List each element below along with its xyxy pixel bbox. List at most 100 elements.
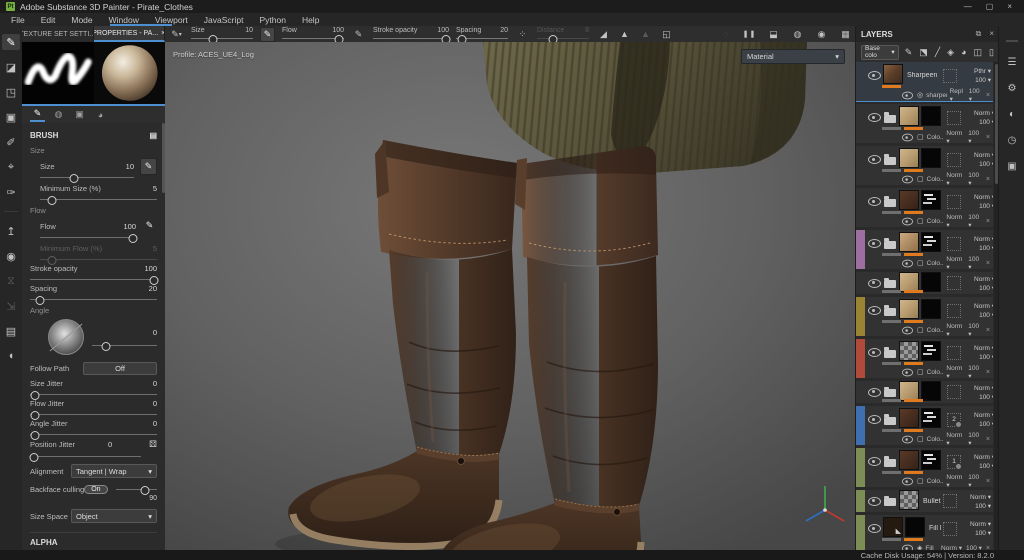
- mask-icon[interactable]: ◖: [2, 348, 20, 364]
- close-button[interactable]: ×: [1007, 2, 1012, 11]
- folder-icon[interactable]: [884, 305, 896, 316]
- layer-mask-thumbnail[interactable]: [899, 232, 919, 252]
- channel-filter-dropdown[interactable]: Base colo ▾: [861, 44, 899, 60]
- layer-row[interactable]: EarRing Norm ▾ 100 ▾ ▢ Colo... Norm ▾ 10…: [856, 146, 993, 187]
- effect-eye-icon[interactable]: [901, 217, 914, 225]
- effect-eye-icon[interactable]: [901, 175, 914, 183]
- material-picker-tool-icon[interactable]: ✑: [2, 184, 20, 200]
- opacity-dropdown[interactable]: 100 ▾: [979, 244, 993, 252]
- visibility-eye-icon[interactable]: [868, 496, 881, 506]
- blend-mode-dropdown[interactable]: Norm ▾: [970, 520, 991, 528]
- effect-label[interactable]: Colo...: [927, 478, 944, 485]
- preset-list-icon[interactable]: ▤: [149, 131, 157, 140]
- layers-dock-icon[interactable]: ☰: [1003, 54, 1021, 70]
- camera-frustum-icon[interactable]: ⬓: [766, 27, 781, 41]
- layer-color-tag[interactable]: [856, 297, 865, 336]
- backface-angle-slider[interactable]: [115, 486, 157, 495]
- angle-jitter-slider[interactable]: [30, 431, 157, 440]
- visibility-eye-icon[interactable]: [868, 415, 881, 424]
- blend-mode-dropdown[interactable]: Norm ▾: [970, 493, 991, 501]
- effect-opacity-dropdown[interactable]: 100 ▾: [968, 172, 982, 187]
- size-space-dropdown[interactable]: Object ▾: [71, 509, 157, 523]
- folder-icon[interactable]: [884, 347, 896, 358]
- layer-row[interactable]: BUTTONS GOLD Norm ▾ 100 ▾ ▢ Colo... Norm…: [856, 297, 993, 338]
- effect-blend-dropdown[interactable]: Norm ▾: [946, 256, 964, 271]
- dice-icon[interactable]: ⚄: [149, 439, 157, 450]
- layer-name[interactable]: Bullet holes: [921, 498, 941, 505]
- brush-stroke-preview[interactable]: [22, 42, 94, 104]
- layer-mask-thumbnail[interactable]: [899, 299, 919, 319]
- effect-eye-icon[interactable]: [901, 133, 914, 141]
- effect-close-icon[interactable]: ×: [986, 478, 990, 485]
- toolbar-size-slider[interactable]: [191, 35, 253, 44]
- layer-row[interactable]: Sharpeen Pthr ▾ 100 ▾ ◎ sharpen Repl ▾ 1…: [856, 62, 993, 103]
- add-group-icon[interactable]: ◫: [974, 47, 983, 58]
- panel-close-icon[interactable]: ×: [989, 29, 994, 39]
- blend-mode-dropdown[interactable]: Norm ▾: [974, 344, 993, 352]
- effect-label[interactable]: Colo...: [927, 176, 944, 183]
- opacity-dropdown[interactable]: 100 ▾: [975, 76, 991, 84]
- layer-effect-row[interactable]: ▢ Colo... Norm ▾ 100 ▾ ×: [865, 323, 993, 338]
- effect-label[interactable]: Colo...: [927, 260, 944, 267]
- effect-blend-dropdown[interactable]: Repl ▾: [950, 88, 965, 103]
- min-size-slider[interactable]: [40, 196, 157, 205]
- clone-tool-icon[interactable]: ⌖: [2, 159, 20, 175]
- delete-layer-icon[interactable]: ▯: [989, 47, 994, 58]
- menu-window[interactable]: Window: [101, 15, 147, 25]
- add-smart-material-icon[interactable]: ◕: [961, 47, 966, 58]
- layer-effect-row[interactable]: ▢ Colo... Norm ▾ 100 ▾ ×: [865, 214, 993, 229]
- blend-mode-dropdown[interactable]: Norm ▾: [974, 151, 993, 159]
- environment-sphere-icon[interactable]: ◍: [790, 27, 805, 41]
- effect-blend-dropdown[interactable]: Norm ▾: [946, 130, 964, 145]
- add-pencil-icon[interactable]: ╱: [935, 47, 940, 58]
- effect-blend-dropdown[interactable]: Norm ▾: [946, 432, 964, 447]
- add-fill-layer-icon[interactable]: ⬔: [919, 47, 928, 58]
- layer-name[interactable]: Muñequeras: [943, 198, 945, 205]
- layer-name[interactable]: BUTTONS GOLD: [943, 307, 945, 314]
- effect-close-icon[interactable]: ×: [986, 176, 990, 183]
- layer-color-tag[interactable]: [856, 62, 865, 101]
- screenshot-camera-icon[interactable]: ▦: [838, 27, 853, 41]
- render-camera-icon[interactable]: ◉: [2, 248, 20, 264]
- mask-placeholder[interactable]: [947, 110, 961, 125]
- mask-placeholder[interactable]: [947, 194, 961, 209]
- layer-content-thumbnail[interactable]: [921, 408, 941, 428]
- minimize-button[interactable]: —: [964, 2, 972, 11]
- effect-blend-dropdown[interactable]: Norm ▾: [946, 474, 964, 489]
- add-effect-icon[interactable]: ◈: [947, 47, 954, 58]
- opacity-dropdown[interactable]: 100 ▾: [979, 118, 993, 126]
- blend-mode-dropdown[interactable]: Norm ▾: [974, 193, 993, 201]
- pause-engine-icon[interactable]: ❚❚: [742, 27, 757, 41]
- add-paint-layer-icon[interactable]: ✎: [905, 47, 913, 58]
- material-sphere-preview[interactable]: [93, 42, 165, 104]
- visibility-eye-icon[interactable]: [868, 197, 881, 206]
- history-dock-icon[interactable]: ◷: [1003, 132, 1021, 148]
- effect-close-icon[interactable]: ×: [986, 369, 990, 376]
- layer-content-thumbnail[interactable]: [921, 148, 941, 168]
- eraser-tool-icon[interactable]: ◪: [2, 59, 20, 75]
- opacity-dropdown[interactable]: 100 ▾: [979, 353, 993, 361]
- layer-content-thumbnail[interactable]: [921, 380, 941, 401]
- size-pressure-icon[interactable]: ✎: [260, 26, 275, 42]
- layer-content-thumbnail[interactable]: [921, 450, 941, 470]
- size-pressure-icon[interactable]: ✎: [140, 158, 157, 175]
- opacity-dropdown[interactable]: 100 ▾: [979, 462, 993, 470]
- layer-name[interactable]: BUTTONS BOLT: [943, 389, 945, 396]
- layer-mask-thumbnail[interactable]: [899, 148, 919, 168]
- effect-close-icon[interactable]: ×: [986, 92, 990, 99]
- mask-placeholder[interactable]: [943, 521, 957, 536]
- folder-icon[interactable]: [884, 196, 896, 207]
- folder-icon[interactable]: [884, 414, 896, 425]
- effect-opacity-dropdown[interactable]: 100 ▾: [968, 474, 982, 489]
- opacity-dropdown[interactable]: 100 ▾: [979, 420, 993, 428]
- toolbar-spacing-slider[interactable]: [456, 35, 508, 44]
- opacity-dropdown[interactable]: 100 ▾: [975, 529, 991, 537]
- effect-eye-icon[interactable]: [901, 326, 914, 334]
- layer-mask-thumbnail[interactable]: [883, 517, 903, 537]
- effect-opacity-dropdown[interactable]: 100 ▾: [969, 88, 982, 103]
- layer-color-tag[interactable]: [856, 339, 865, 378]
- effect-label[interactable]: Colo...: [927, 134, 944, 141]
- layer-content-thumbnail[interactable]: [921, 341, 941, 361]
- layer-color-tag[interactable]: [856, 490, 865, 512]
- layer-name[interactable]: BUCKLES: [943, 240, 945, 247]
